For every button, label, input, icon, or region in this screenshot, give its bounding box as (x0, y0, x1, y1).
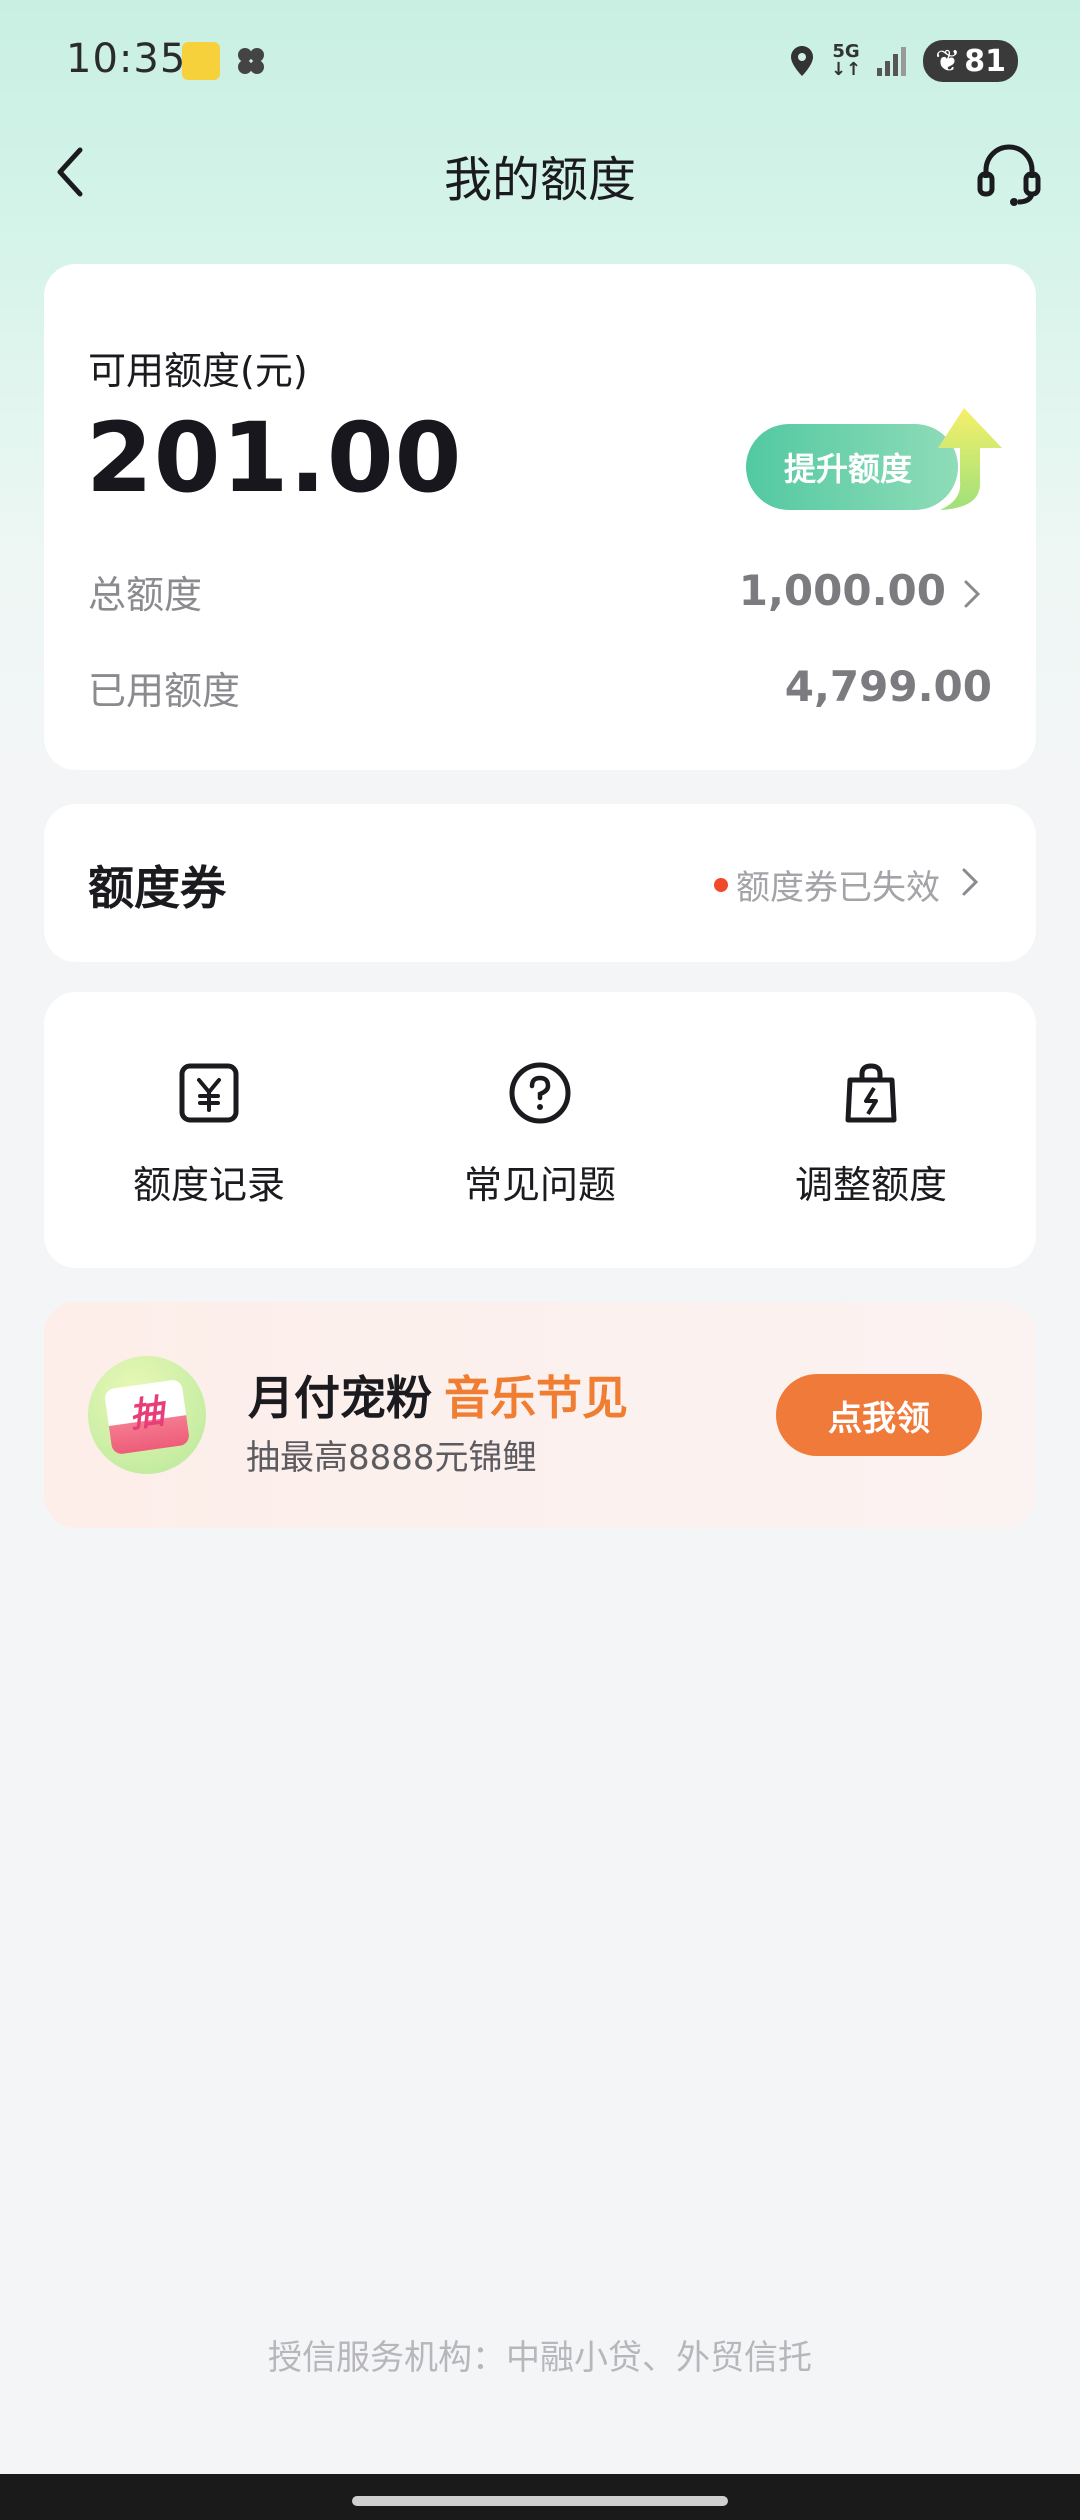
coupon-title: 额度券 (88, 861, 226, 915)
chevron-right-icon (962, 868, 979, 896)
yuan-receipt-icon (179, 1063, 239, 1123)
lightning-bag-icon (845, 1063, 897, 1123)
used-quota-value: 4,799.00 (784, 662, 992, 711)
raise-quota-label: 提升额度 (784, 450, 913, 488)
top-bar: 我的额度 (0, 120, 1080, 224)
action-adjust-quota[interactable]: 调整额度 (706, 992, 1036, 1268)
credit-institution-note: 授信服务机构：中融小贷、外贸信托 (268, 2338, 812, 2378)
quota-coupon-row[interactable]: 额度券 额度券已失效 (44, 804, 1036, 962)
location-icon (790, 46, 813, 76)
claim-button[interactable]: 点我领 (776, 1374, 982, 1456)
claim-button-label: 点我领 (828, 1398, 930, 1439)
flower-notification-icon (238, 48, 264, 74)
used-quota-label: 已用额度 (88, 669, 241, 713)
available-quota-amount: 201.00 (86, 402, 463, 514)
leaf-icon: ❦ (935, 43, 961, 79)
action-quota-record[interactable]: 额度记录 (44, 992, 374, 1268)
action-label: 额度记录 (132, 1163, 285, 1207)
battery-level: 81 (964, 43, 1006, 79)
total-quota-value[interactable]: 1,000.00 (739, 566, 946, 615)
lottery-badge-icon: 抽 (88, 1356, 206, 1474)
up-arrow-icon (938, 408, 1002, 510)
promo-subtitle: 抽最高8888元锦鲤 (246, 1438, 537, 1478)
available-quota-label: 可用额度(元) (88, 349, 308, 393)
action-faq[interactable]: 常见问题 (375, 992, 705, 1268)
lottery-badge-text: 抽 (126, 1391, 167, 1437)
app-notification-icon (182, 42, 220, 80)
status-bar: 10:35 5G ↓↑ ❦ 81 (0, 0, 1080, 120)
promo-banner[interactable]: 抽 月付宠粉 音乐节见 抽最高8888元锦鲤 点我领 (44, 1302, 1036, 1528)
action-label: 调整额度 (794, 1163, 947, 1207)
signal-icon (877, 47, 907, 76)
page-title: 我的额度 (443, 152, 636, 208)
status-time: 10:35 (66, 36, 187, 82)
battery-indicator: ❦ 81 (923, 40, 1018, 82)
coupon-status: 额度券已失效 (714, 860, 940, 909)
coupon-status-text: 额度券已失效 (736, 868, 940, 908)
question-circle-icon (509, 1062, 571, 1124)
network-5g-icon: 5G ↓↑ (830, 41, 862, 80)
home-indicator[interactable] (352, 2496, 728, 2506)
promo-title: 月付宠粉 (248, 1371, 432, 1425)
chevron-right-icon[interactable] (958, 576, 986, 612)
promo-title-accent: 音乐节见 (444, 1371, 628, 1425)
quota-card: 可用额度(元) 201.00 提升额度 总额度 1,000.00 已用额度 4,… (44, 264, 1036, 770)
alert-dot-icon (714, 877, 728, 892)
quick-actions-card: 额度记录 常见问题 调整额度 (44, 992, 1036, 1268)
headset-icon[interactable] (974, 138, 1044, 208)
total-quota-label: 总额度 (88, 573, 203, 617)
action-label: 常见问题 (463, 1163, 616, 1207)
